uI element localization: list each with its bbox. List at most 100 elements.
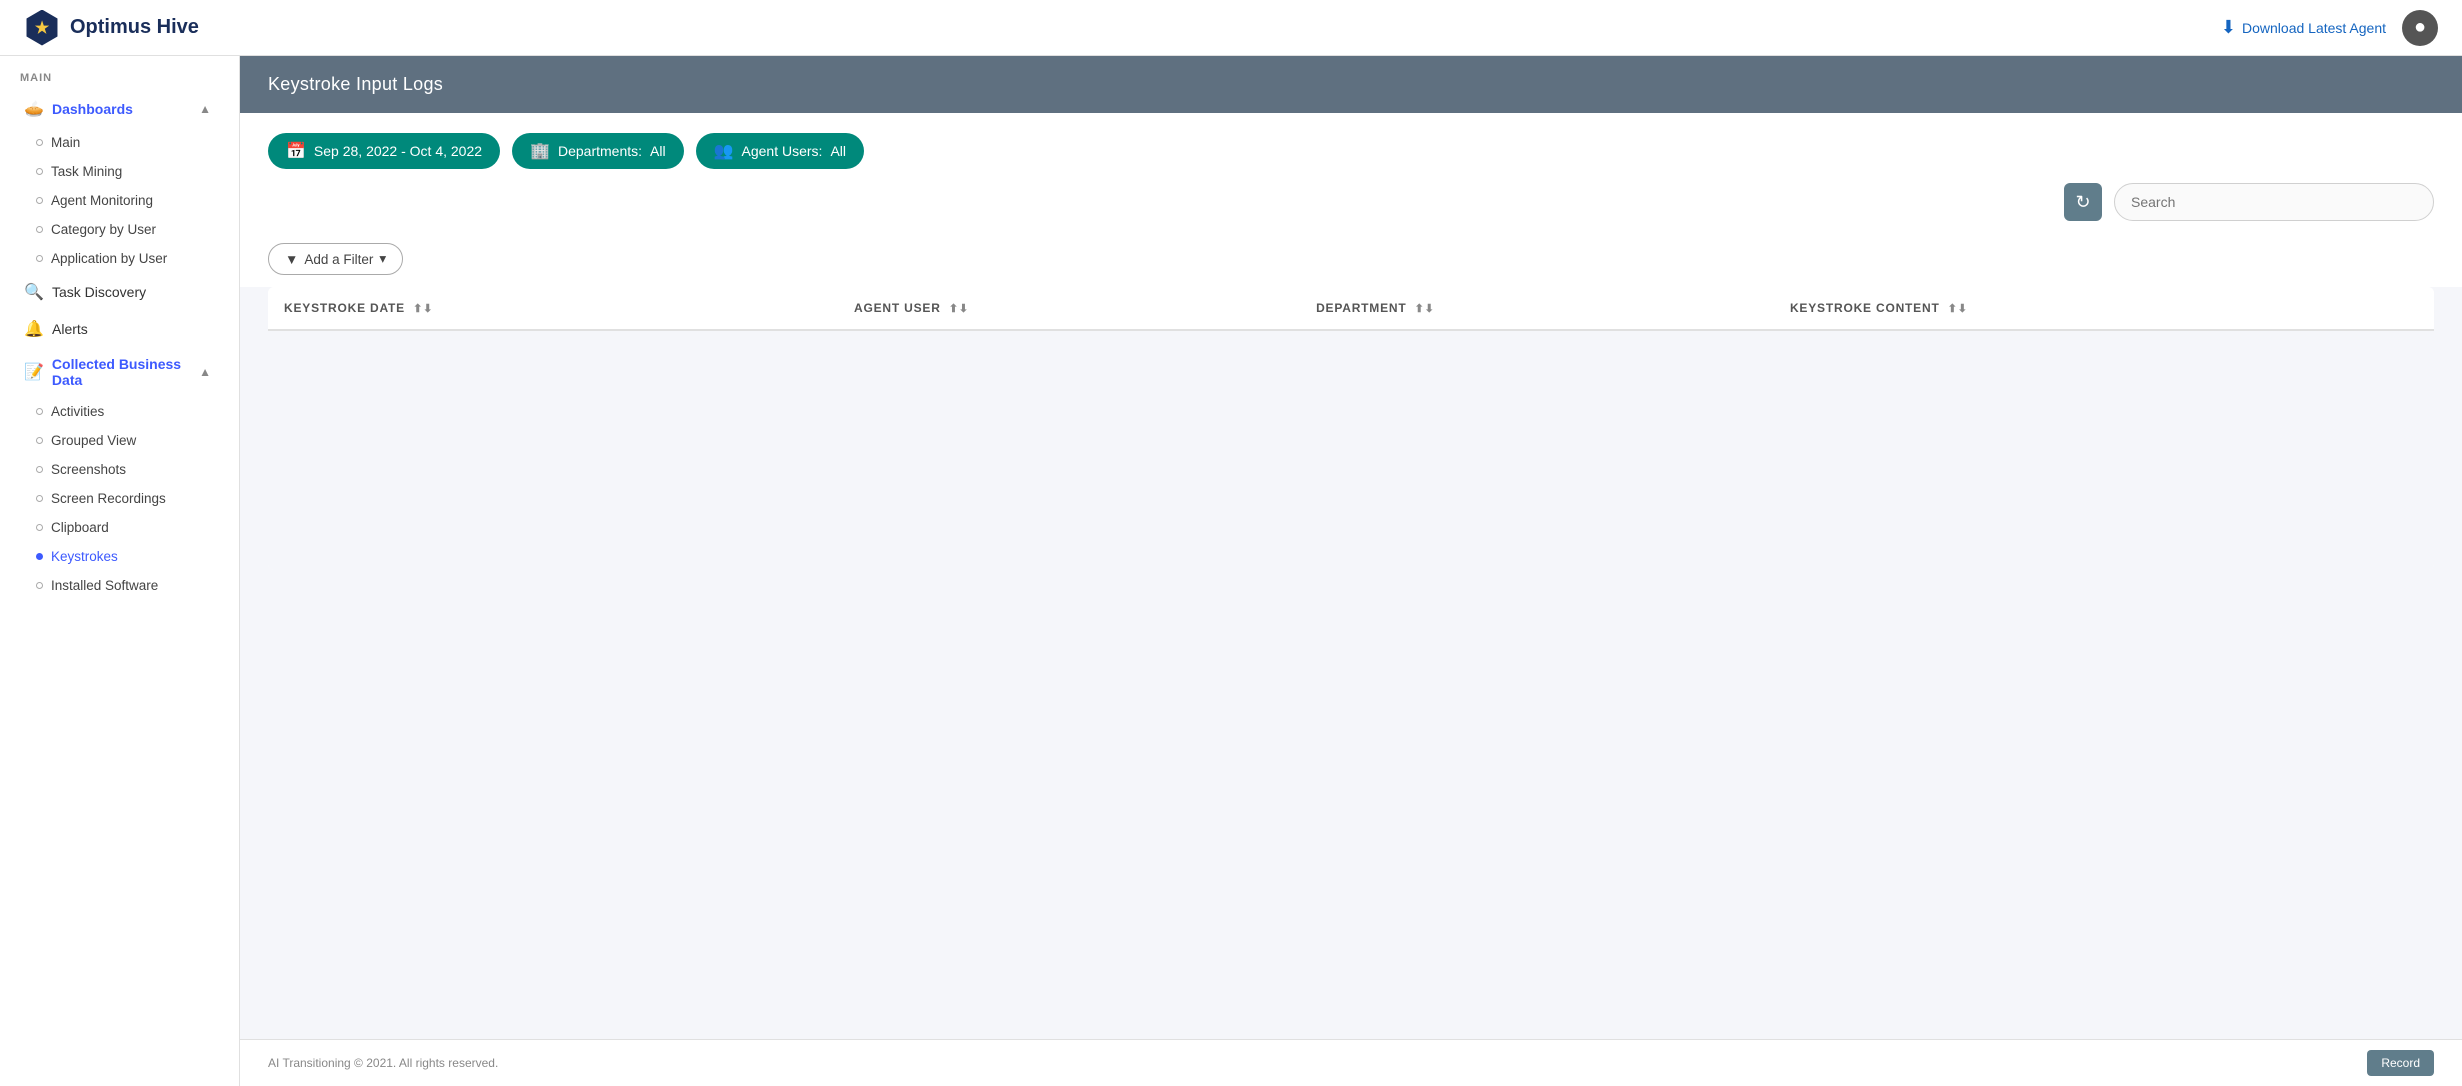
sidebar-item-application-by-user[interactable]: Application by User <box>0 244 239 273</box>
data-table: KEYSTROKE DATE ⬆⬇ AGENT USER ⬆⬇ DEPARTME… <box>268 287 2434 570</box>
download-agent-link[interactable]: ⬇ Download Latest Agent <box>2221 17 2386 38</box>
sidebar-item-category-by-user[interactable]: Category by User <box>0 215 239 244</box>
sidebar: MAIN 🥧 Dashboards ▲ Main Task Mining Age… <box>0 56 240 1086</box>
sidebar-label-screenshots: Screenshots <box>51 462 126 477</box>
date-range-value: Sep 28, 2022 - Oct 4, 2022 <box>314 143 482 159</box>
avatar[interactable]: ● <box>2402 10 2438 46</box>
task-discovery-icon: 🔍 <box>24 282 44 302</box>
sidebar-item-task-discovery[interactable]: 🔍 Task Discovery <box>8 274 231 310</box>
sidebar-item-agent-monitoring[interactable]: Agent Monitoring <box>0 186 239 215</box>
agent-users-icon: 👥 <box>714 141 734 161</box>
collected-icon: 📝 <box>24 362 44 382</box>
footer-copyright: AI Transitioning © 2021. All rights rese… <box>268 1056 498 1070</box>
table-header-row: KEYSTROKE DATE ⬆⬇ AGENT USER ⬆⬇ DEPARTME… <box>268 287 2434 330</box>
sidebar-item-screen-recordings[interactable]: Screen Recordings <box>0 484 239 513</box>
refresh-button[interactable]: ↻ <box>2064 183 2102 221</box>
col-agent-user-label: AGENT USER <box>854 301 941 315</box>
dashboards-icon: 🥧 <box>24 99 44 119</box>
dot-grouped-view <box>36 437 43 444</box>
sidebar-section-main: MAIN <box>0 56 239 90</box>
col-agent-user[interactable]: AGENT USER ⬆⬇ <box>838 287 1300 330</box>
logo-hex: ★ <box>24 10 60 46</box>
sidebar-label-main: Main <box>51 135 80 150</box>
filter-funnel-icon: ▼ <box>285 252 298 267</box>
dot-screen-recordings <box>36 495 43 502</box>
col-keystroke-content[interactable]: KEYSTROKE CONTENT ⬆⬇ <box>1774 287 2434 330</box>
dot-task-mining <box>36 168 43 175</box>
table-body <box>268 330 2434 570</box>
date-range-filter[interactable]: 📅 Sep 28, 2022 - Oct 4, 2022 <box>268 133 500 169</box>
departments-filter[interactable]: 🏢 Departments: All <box>512 133 684 169</box>
sidebar-item-screenshots[interactable]: Screenshots <box>0 455 239 484</box>
sidebar-label-clipboard: Clipboard <box>51 520 109 535</box>
add-filter-chevron: ▾ <box>379 251 386 267</box>
dot-installed-software <box>36 582 43 589</box>
sort-icon-agent-user: ⬆⬇ <box>949 303 969 315</box>
sidebar-item-main[interactable]: Main <box>0 128 239 157</box>
dot-main <box>36 139 43 146</box>
dot-keystrokes <box>36 553 43 560</box>
sidebar-label-installed-software: Installed Software <box>51 578 158 593</box>
sidebar-label-agent-monitoring: Agent Monitoring <box>51 193 153 208</box>
navbar-right: ⬇ Download Latest Agent ● <box>2221 10 2438 46</box>
filter-row: ▼ Add a Filter ▾ <box>240 235 2462 287</box>
col-keystroke-date-label: KEYSTROKE DATE <box>284 301 405 315</box>
sidebar-item-clipboard[interactable]: Clipboard <box>0 513 239 542</box>
calendar-icon: 📅 <box>286 141 306 161</box>
sort-icon-keystroke-content: ⬆⬇ <box>1948 303 1968 315</box>
sidebar-item-collected[interactable]: 📝 Collected Business Data ▲ <box>8 348 231 396</box>
dot-application-by-user <box>36 255 43 262</box>
brand-name: Optimus Hive <box>70 16 199 39</box>
col-keystroke-date[interactable]: KEYSTROKE DATE ⬆⬇ <box>268 287 838 330</box>
sidebar-label-grouped-view: Grouped View <box>51 433 136 448</box>
sort-icon-keystroke-date: ⬆⬇ <box>413 303 433 315</box>
agent-users-label: Agent Users: <box>742 143 823 159</box>
sidebar-label-task-mining: Task Mining <box>51 164 122 179</box>
app-body: MAIN 🥧 Dashboards ▲ Main Task Mining Age… <box>0 56 2462 1086</box>
dot-clipboard <box>36 524 43 531</box>
brand: ★ Optimus Hive <box>24 10 199 46</box>
sidebar-item-dashboards[interactable]: 🥧 Dashboards ▲ <box>8 91 231 127</box>
table-area: KEYSTROKE DATE ⬆⬇ AGENT USER ⬆⬇ DEPARTME… <box>240 287 2462 1039</box>
collected-sub: Activities Grouped View Screenshots Scre… <box>0 397 239 600</box>
dashboards-label: Dashboards <box>52 101 133 117</box>
dot-screenshots <box>36 466 43 473</box>
dashboards-sub: Main Task Mining Agent Monitoring Catego… <box>0 128 239 273</box>
avatar-icon: ● <box>2414 16 2426 39</box>
sidebar-label-screen-recordings: Screen Recordings <box>51 491 166 506</box>
add-filter-label: Add a Filter <box>304 252 373 267</box>
collected-label: Collected Business Data <box>52 356 191 388</box>
dashboards-expand-icon: ▲ <box>199 102 211 116</box>
departments-icon: 🏢 <box>530 141 550 161</box>
navbar: ★ Optimus Hive ⬇ Download Latest Agent ● <box>0 0 2462 56</box>
agent-users-filter[interactable]: 👥 Agent Users: All <box>696 133 864 169</box>
agent-users-value: All <box>830 143 846 159</box>
col-keystroke-content-label: KEYSTROKE CONTENT <box>1790 301 1940 315</box>
add-filter-button[interactable]: ▼ Add a Filter ▾ <box>268 243 403 275</box>
dot-category-by-user <box>36 226 43 233</box>
collected-expand-icon: ▲ <box>199 365 211 379</box>
sidebar-item-grouped-view[interactable]: Grouped View <box>0 426 239 455</box>
sidebar-item-activities[interactable]: Activities <box>0 397 239 426</box>
departments-label: Departments: <box>558 143 642 159</box>
sidebar-item-keystrokes[interactable]: Keystrokes <box>0 542 239 571</box>
refresh-icon: ↻ <box>2075 192 2090 213</box>
alerts-icon: 🔔 <box>24 319 44 339</box>
search-input[interactable] <box>2114 183 2434 221</box>
toolbar: ↻ <box>240 169 2462 235</box>
col-department[interactable]: DEPARTMENT ⬆⬇ <box>1300 287 1774 330</box>
sidebar-item-task-mining[interactable]: Task Mining <box>0 157 239 186</box>
sidebar-item-alerts[interactable]: 🔔 Alerts <box>8 311 231 347</box>
sidebar-label-activities: Activities <box>51 404 104 419</box>
alerts-label: Alerts <box>52 321 88 337</box>
page-title: Keystroke Input Logs <box>268 74 443 94</box>
sidebar-item-installed-software[interactable]: Installed Software <box>0 571 239 600</box>
task-discovery-label: Task Discovery <box>52 284 146 300</box>
filters-bar: 📅 Sep 28, 2022 - Oct 4, 2022 🏢 Departmen… <box>240 113 2462 169</box>
page-footer: AI Transitioning © 2021. All rights rese… <box>240 1039 2462 1086</box>
main-content: Keystroke Input Logs 📅 Sep 28, 2022 - Oc… <box>240 56 2462 1086</box>
dot-activities <box>36 408 43 415</box>
record-button[interactable]: Record <box>2367 1050 2434 1076</box>
col-department-label: DEPARTMENT <box>1316 301 1406 315</box>
record-button-label: Record <box>2381 1056 2420 1070</box>
